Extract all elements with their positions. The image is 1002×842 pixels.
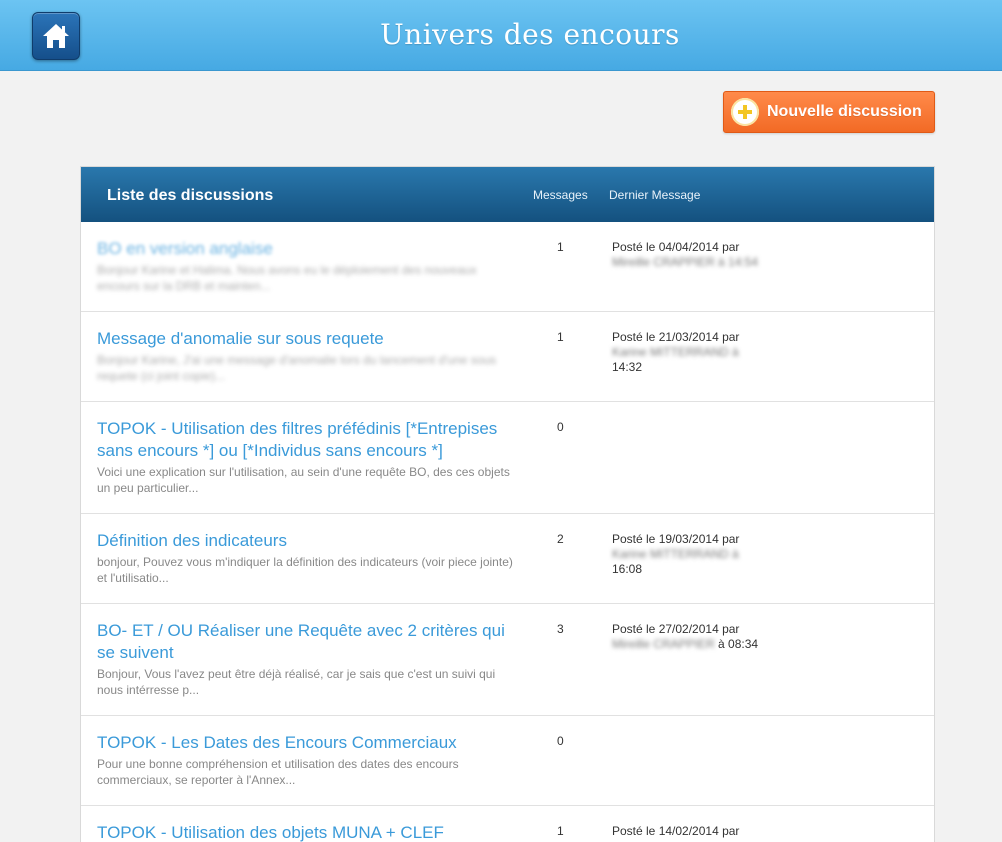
last-message-info: Posté le 27/02/2014 par Mireille CRAPPIER… [612, 622, 772, 652]
page-title: Univers des encours [380, 18, 680, 51]
last-message-time: 14:32 [612, 360, 643, 374]
discussion-title[interactable]: BO en version anglaise [97, 238, 517, 260]
last-message-info: Posté le 19/03/2014 par Karine MITTERRAND… [612, 532, 772, 577]
list-item[interactable]: Message d'anomalie sur sous requete Bonjo… [81, 312, 934, 402]
new-discussion-button[interactable]: Nouvelle discussion [723, 91, 935, 133]
home-button[interactable] [32, 12, 80, 60]
message-count: 3 [557, 622, 564, 636]
last-message-info: Posté le 14/02/2014 par [612, 824, 772, 839]
list-header: Liste des discussions Messages Dernier M… [81, 167, 934, 222]
last-message-info: Posté le 21/03/2014 par Karine MITTERRAND… [612, 330, 772, 375]
message-count: 1 [557, 330, 564, 344]
last-message-author: Mireille CRAPPIER [612, 637, 715, 651]
discussion-title[interactable]: Message d'anomalie sur sous requete [97, 328, 517, 350]
list-item[interactable]: TOPOK - Les Dates des Encours Commerciau… [81, 716, 934, 806]
list-item[interactable]: BO- ET / OU Réaliser une Requête avec 2 … [81, 604, 934, 716]
discussion-title[interactable]: TOPOK - Utilisation des objets MUNA + CL… [97, 822, 517, 842]
list-item[interactable]: BO en version anglaise Bonjour Karine et … [81, 222, 934, 312]
discussion-list-panel: Liste des discussions Messages Dernier M… [80, 166, 935, 842]
last-message-author: Karine MITTERRAND à [612, 345, 739, 359]
last-message-author: Karine MITTERRAND à [612, 547, 739, 561]
column-messages[interactable]: Messages [533, 188, 588, 202]
discussion-excerpt: Voici une explication sur l'utilisation,… [97, 465, 510, 495]
list-item[interactable]: TOPOK - Utilisation des filtres préfédin… [81, 402, 934, 514]
discussion-rows: BO en version anglaise Bonjour Karine et … [81, 222, 934, 842]
discussion-excerpt: Bonjour Karine, J'ai une message d'anoma… [97, 353, 497, 383]
last-message-date: Posté le 27/02/2014 par [612, 622, 740, 636]
list-item[interactable]: Définition des indicateurs bonjour, Pouve… [81, 514, 934, 604]
discussion-title[interactable]: BO- ET / OU Réaliser une Requête avec 2 … [97, 620, 517, 664]
message-count: 1 [557, 240, 564, 254]
discussion-excerpt: bonjour, Pouvez vous m'indiquer la défin… [97, 555, 513, 585]
list-item[interactable]: TOPOK - Utilisation des objets MUNA + CL… [81, 806, 934, 842]
discussion-excerpt: Pour une bonne compréhension et utilisat… [97, 757, 459, 787]
message-count: 0 [557, 734, 564, 748]
list-title: Liste des discussions [107, 187, 274, 204]
new-discussion-label: Nouvelle discussion [767, 103, 922, 120]
home-icon [43, 24, 69, 48]
last-message-info: Posté le 04/04/2014 par Mireille CRAPPIER… [612, 240, 772, 270]
last-message-time: 16:08 [612, 562, 643, 576]
discussion-excerpt: Bonjour, Vous l'avez peut être déjà réal… [97, 667, 496, 697]
discussion-title[interactable]: Définition des indicateurs [97, 530, 517, 552]
message-count: 1 [557, 824, 564, 838]
plus-circle-icon [731, 98, 759, 126]
discussion-title[interactable]: TOPOK - Les Dates des Encours Commerciau… [97, 732, 517, 754]
discussion-excerpt: Bonjour Karine et Halima. Nous avons eu … [97, 263, 477, 293]
last-message-date: Posté le 21/03/2014 par [612, 330, 740, 344]
last-message-date: Posté le 04/04/2014 par [612, 240, 740, 254]
message-count: 2 [557, 532, 564, 546]
last-message-date: Posté le 19/03/2014 par [612, 532, 740, 546]
column-last-message[interactable]: Dernier Message [609, 188, 700, 202]
last-message-author: Mireille CRAPPIER à 14:54 [612, 255, 759, 269]
last-message-date: Posté le 14/02/2014 par [612, 824, 740, 838]
top-bar: Univers des encours [0, 0, 1002, 71]
discussion-title[interactable]: TOPOK - Utilisation des filtres préfédin… [97, 418, 517, 462]
last-message-time-inline: à 08:34 [718, 637, 759, 651]
message-count: 0 [557, 420, 564, 434]
